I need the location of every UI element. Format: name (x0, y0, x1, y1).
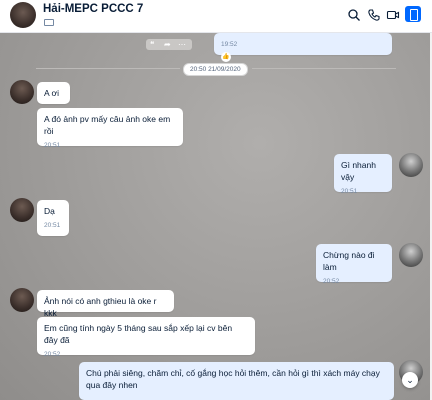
quote-icon[interactable]: ❝ (150, 39, 154, 50)
message-bubble-in[interactable]: Ảnh nói có anh gthieu là oke r kkk (37, 290, 174, 318)
message-time: 20:51 (44, 222, 61, 229)
message-bubble-in[interactable]: A ơi (37, 82, 70, 104)
message-time: 19:52 (221, 41, 238, 48)
date-separator: 20:50 21/09/2020 (183, 63, 248, 76)
message-time: 20:51 (341, 188, 358, 195)
user-avatar[interactable] (399, 243, 423, 267)
chat-header: Hải-MEPC PCCC 7 (0, 0, 432, 33)
message-bubble-out[interactable]: Chừng nào đi làm 20:52 (316, 244, 392, 285)
message-bubble-out[interactable]: Gì nhanh vậy 20:51 (334, 154, 392, 195)
divider (36, 68, 180, 69)
message-bubble-in[interactable]: A đó ảnh pv mấy câu ảnh oke em rồi 20:51 (37, 108, 183, 149)
message-bubble-out[interactable]: Chú phải siêng, chăm chỉ, cố gắng học hỏ… (79, 362, 394, 400)
message-bubble-out[interactable]: 19:52 (214, 33, 392, 55)
contact-name[interactable]: Hải-MEPC PCCC 7 (43, 3, 143, 15)
message-text: Em cũng tính ngày 5 tháng sau sắp xếp lạ… (44, 323, 233, 345)
search-icon[interactable] (347, 8, 361, 22)
contact-avatar[interactable] (10, 2, 36, 28)
video-icon[interactable] (386, 8, 400, 22)
message-text: Chừng nào đi làm (323, 250, 375, 272)
sidebar-toggle-icon[interactable] (405, 6, 421, 22)
phone-icon[interactable] (367, 8, 381, 22)
message-time: 20:51 (44, 142, 61, 149)
scroll-down-icon[interactable]: ⌄ (402, 372, 418, 388)
message-text: Dạ (44, 206, 55, 216)
like-icon[interactable]: 👍 (221, 52, 231, 62)
message-text: Gì nhanh vậy (341, 160, 376, 182)
message-time: 20:52 (44, 351, 61, 358)
message-text: A ơi (44, 88, 60, 98)
more-icon[interactable]: ⋯ (178, 39, 186, 50)
message-bubble-in[interactable]: Dạ 20:51 (37, 200, 69, 236)
contact-avatar[interactable] (10, 198, 34, 222)
message-text: A đó ảnh pv mấy câu ảnh oke em rồi (44, 114, 171, 136)
contact-avatar[interactable] (10, 80, 34, 104)
forward-icon[interactable]: ➦ (164, 39, 171, 50)
contact-avatar[interactable] (10, 288, 34, 312)
divider (252, 68, 396, 69)
message-time: 20:52 (323, 278, 340, 285)
message-actions: ❝ ➦ ⋯ (146, 39, 192, 50)
tag-icon[interactable] (44, 19, 54, 26)
user-avatar[interactable] (399, 153, 423, 177)
message-text: Ảnh nói có anh gthieu là oke r kkk (44, 296, 157, 318)
message-text: Chú phải siêng, chăm chỉ, cố gắng học hỏ… (86, 368, 380, 390)
message-bubble-in[interactable]: Em cũng tính ngày 5 tháng sau sắp xếp lạ… (37, 317, 255, 358)
